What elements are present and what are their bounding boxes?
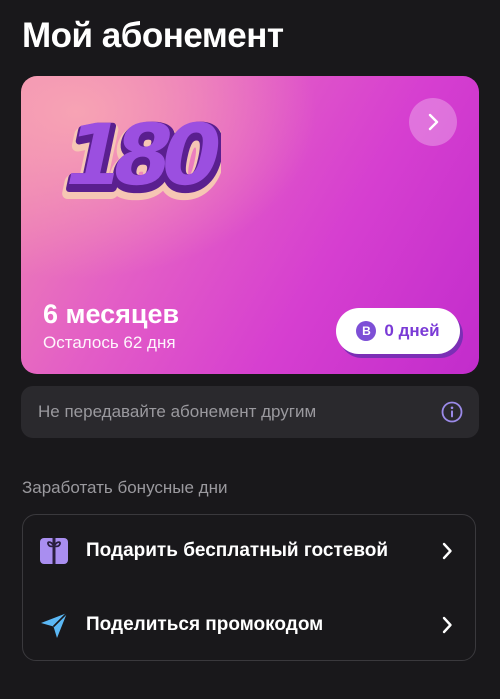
chevron-right-icon — [428, 113, 439, 131]
list-item-label: Подарить бесплатный гостевой — [86, 540, 389, 561]
plan-remaining: Осталось 62 дня — [43, 333, 176, 352]
gift-icon — [40, 538, 68, 564]
list-item-gift-guest[interactable]: Подарить бесплатный гостевой — [23, 515, 475, 587]
page-title: Мой абонемент — [22, 16, 284, 55]
chevron-right-icon — [442, 616, 452, 634]
chevron-right-icon — [442, 542, 452, 560]
svg-text:180: 180 — [55, 107, 221, 205]
bonus-days-label: 0 дней — [384, 321, 440, 340]
subscription-screen: Мой абонемент 180 180 180 6 месяцев Оста… — [0, 0, 500, 699]
brand-logo: 180 180 180 — [51, 107, 221, 212]
section-title: Заработать бонусные дни — [22, 478, 228, 497]
coin-icon: B — [356, 321, 377, 341]
bonus-days-button[interactable]: B 0 дней — [336, 308, 460, 354]
list-item-share-promo[interactable]: Поделиться промокодом — [23, 589, 475, 661]
notice-banner: Не передавайте абонемент другим — [21, 386, 479, 438]
list-item-label: Поделиться промокодом — [86, 614, 324, 635]
plan-name: 6 месяцев — [43, 299, 180, 329]
info-icon[interactable] — [441, 401, 463, 423]
send-icon — [41, 612, 68, 638]
bonus-list: Подарить бесплатный гостевой Поделиться … — [22, 514, 476, 661]
open-subscription-button[interactable] — [409, 98, 457, 146]
notice-text: Не передавайте абонемент другим — [38, 402, 317, 421]
subscription-card[interactable]: 180 180 180 6 месяцев Осталось 62 дня B … — [21, 76, 479, 374]
